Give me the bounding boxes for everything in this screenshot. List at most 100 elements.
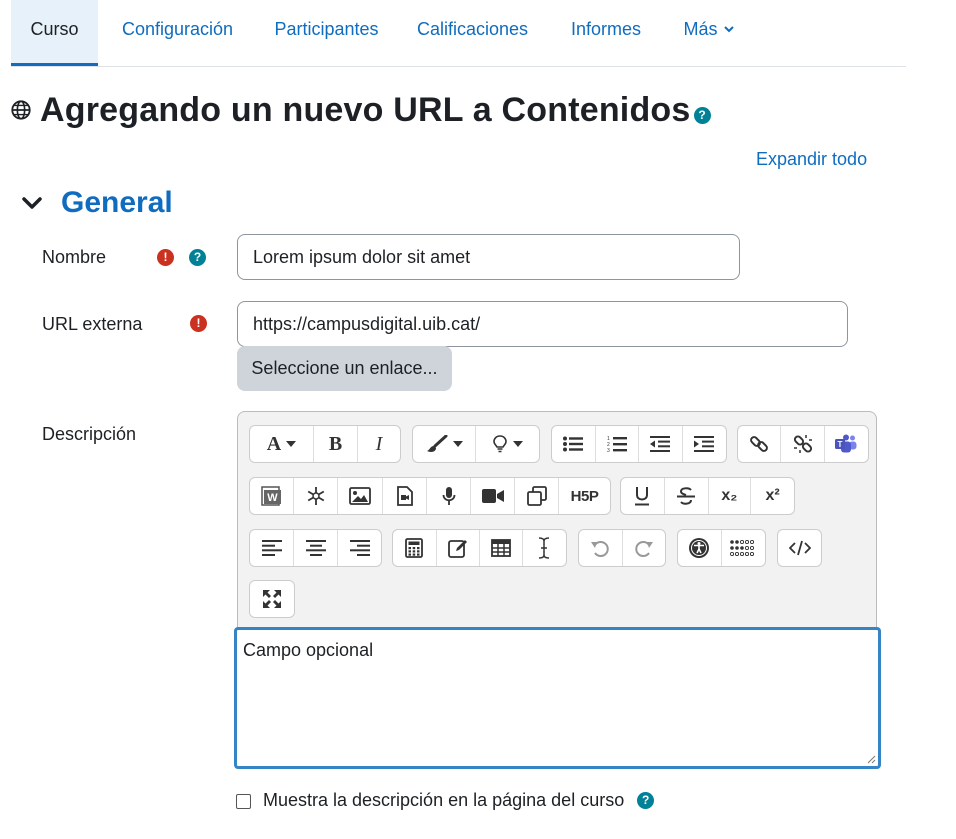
redo-button[interactable] (623, 530, 666, 566)
description-editor[interactable]: Campo opcional (234, 627, 881, 769)
snowflake-icon (307, 487, 324, 505)
toolbar-group-style: A B I (249, 425, 401, 463)
font-style-button[interactable]: A (250, 426, 314, 462)
background-color-button[interactable] (476, 426, 539, 462)
outdent-button[interactable] (639, 426, 683, 462)
external-url-input[interactable]: https://campusdigital.uib.cat/ (237, 301, 848, 347)
tab-configuracion[interactable]: Configuración (106, 0, 249, 66)
link-button[interactable] (738, 426, 782, 462)
name-label: Nombre (42, 247, 107, 267)
indent-icon (694, 436, 715, 452)
teams-meeting-button[interactable]: T (825, 426, 868, 462)
underline-button[interactable] (621, 478, 665, 514)
underline-icon (635, 487, 650, 506)
tab-label: Informes (570, 19, 642, 39)
link-icon (750, 436, 769, 452)
resize-handle-icon[interactable] (866, 754, 876, 764)
html-source-button[interactable] (778, 530, 821, 566)
tab-informes[interactable]: Informes (556, 0, 656, 66)
record-video-button[interactable] (471, 478, 515, 514)
lightbulb-icon (492, 435, 507, 453)
chevron-down-icon (723, 0, 734, 58)
bold-icon: B (328, 432, 343, 455)
word-import-button[interactable]: W (250, 478, 294, 514)
image-button[interactable] (338, 478, 383, 514)
copy-files-icon (526, 486, 547, 506)
clear-formatting-button[interactable] (523, 530, 566, 566)
record-audio-button[interactable] (427, 478, 471, 514)
undo-icon (591, 541, 609, 557)
manage-files-button[interactable] (515, 478, 559, 514)
h5p-icon: H5P (570, 487, 599, 505)
strikethrough-button[interactable] (665, 478, 709, 514)
tab-curso[interactable]: Curso (11, 0, 98, 66)
caret-down-icon (286, 441, 297, 447)
unordered-list-button[interactable] (552, 426, 596, 462)
align-left-button[interactable] (250, 530, 294, 566)
align-left-icon (261, 540, 282, 556)
indent-button[interactable] (683, 426, 726, 462)
tab-participantes[interactable]: Participantes (262, 0, 391, 66)
video-camera-icon (481, 489, 504, 503)
tab-label: Participantes (274, 19, 379, 39)
edit-icon (447, 540, 467, 558)
superscript-icon: x² (765, 487, 780, 504)
undo-button[interactable] (579, 530, 623, 566)
question-circle-icon[interactable]: ? (693, 106, 711, 124)
globe-icon (11, 100, 31, 120)
equation-button[interactable] (393, 530, 437, 566)
font-color-button[interactable] (413, 426, 476, 462)
exclamation-circle-icon: ! (157, 249, 174, 266)
name-input[interactable]: Lorem ipsum dolor sit amet (237, 234, 740, 280)
screenreader-helper-button[interactable] (722, 530, 766, 566)
superscript-button[interactable]: x² (751, 478, 794, 514)
tab-calificaciones[interactable]: Calificaciones (407, 0, 538, 66)
unlink-button[interactable] (781, 426, 825, 462)
tab-mas[interactable]: Más (671, 0, 746, 66)
special-character-button[interactable] (437, 530, 480, 566)
teams-icon: T (835, 434, 857, 453)
word-import-icon: W (260, 486, 281, 506)
table-icon (490, 539, 511, 557)
h5p-button[interactable]: H5P (559, 478, 610, 514)
italic-button[interactable]: I (358, 426, 400, 462)
question-circle-icon[interactable]: ? (189, 249, 206, 266)
italic-icon: I (375, 432, 383, 455)
chevron-down-icon[interactable] (20, 191, 44, 215)
tab-label: Calificaciones (416, 19, 529, 39)
tab-label: Más (683, 19, 718, 39)
strikethrough-icon (677, 487, 696, 505)
expand-arrows-icon (263, 590, 281, 608)
bold-button[interactable]: B (314, 426, 358, 462)
show-description-checkbox[interactable] (236, 793, 251, 809)
toolbar-group-tools (392, 529, 567, 567)
tab-label: Curso (30, 19, 79, 39)
align-center-icon (305, 540, 326, 556)
align-center-button[interactable] (294, 530, 338, 566)
subscript-button[interactable]: x₂ (709, 478, 752, 514)
choose-link-button[interactable]: Seleccione un enlace... (237, 346, 452, 391)
course-nav-tabs: Curso Configuración Participantes Califi… (11, 0, 906, 67)
toolbar-group-align (249, 529, 382, 567)
show-description-label[interactable]: Muestra la descripción en la página del … (263, 790, 624, 811)
toolbar-group-color (412, 425, 540, 463)
ordered-list-button[interactable]: 123 (596, 426, 639, 462)
unlink-icon (793, 435, 812, 453)
image-icon (349, 487, 371, 505)
question-circle-icon[interactable]: ? (637, 792, 655, 809)
svg-text:W: W (267, 492, 278, 504)
align-right-icon (349, 540, 370, 556)
editor-placeholder: Campo opcional (243, 640, 374, 660)
caret-down-icon (452, 441, 463, 447)
toolbar-group-history (578, 529, 666, 567)
accessibility-checker-button[interactable] (678, 530, 722, 566)
show-description-row: Muestra la descripción en la página del … (236, 790, 655, 811)
emoji-button[interactable] (294, 478, 338, 514)
media-file-button[interactable] (383, 478, 427, 514)
expand-all-link[interactable]: Expandir todo (756, 149, 867, 170)
align-right-button[interactable] (338, 530, 381, 566)
fullscreen-button[interactable] (250, 581, 294, 617)
section-title[interactable]: General (61, 186, 173, 220)
page-header: Agregando un nuevo URL a Contenidos ? (10, 88, 711, 132)
table-button[interactable] (480, 530, 523, 566)
